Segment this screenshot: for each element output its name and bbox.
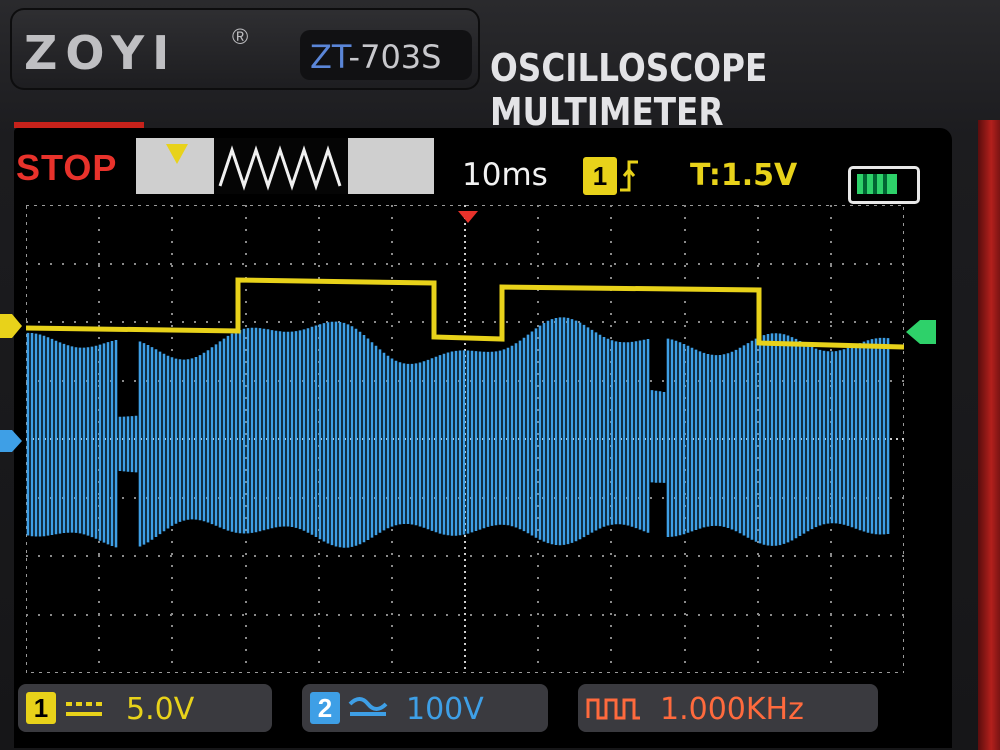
model-prefix: ZT bbox=[310, 38, 349, 76]
overview-wave bbox=[218, 145, 342, 191]
run-state[interactable]: STOP bbox=[16, 147, 117, 189]
trigger-level[interactable]: T:1.5V bbox=[690, 158, 797, 193]
trigger-channel-badge[interactable]: 1 bbox=[583, 157, 617, 195]
registered-mark: ® bbox=[232, 24, 249, 49]
model-name: ZT-703S bbox=[310, 38, 441, 76]
waveform-overview bbox=[136, 138, 434, 194]
ch2-badge: 2 bbox=[310, 692, 340, 724]
battery-icon bbox=[848, 166, 920, 204]
pulse-icon bbox=[586, 698, 640, 720]
model-suffix: -703S bbox=[348, 38, 442, 76]
timebase-readout[interactable]: 10ms bbox=[462, 157, 548, 193]
ac-coupling-icon bbox=[348, 697, 388, 716]
rising-edge-icon bbox=[620, 160, 638, 192]
dc-coupling-icon bbox=[66, 702, 102, 716]
trigger-level-marker bbox=[906, 320, 936, 344]
scope-graticule bbox=[26, 205, 904, 673]
device-tagline: OSCILLOSCOPE MULTIMETER bbox=[490, 46, 768, 134]
frequency-readout: 1.000KHz bbox=[660, 692, 804, 727]
ch2-offset-marker bbox=[0, 430, 22, 452]
ch2-scale-panel[interactable]: 2 100V bbox=[302, 684, 548, 732]
overview-window bbox=[214, 138, 348, 194]
ch2-scale: 100V bbox=[406, 692, 484, 727]
screen-red-accent bbox=[14, 122, 144, 128]
ch1-scale-panel[interactable]: 1 5.0V bbox=[18, 684, 272, 732]
ch1-badge: 1 bbox=[26, 692, 56, 724]
device-side-edge bbox=[978, 120, 1000, 750]
trigger-position-icon bbox=[166, 144, 188, 164]
brand-plate: ZOYI ® ZT-703S bbox=[10, 8, 480, 90]
ch1-offset-marker bbox=[0, 314, 22, 338]
frequency-panel[interactable]: 1.000KHz bbox=[578, 684, 878, 732]
brand-name: ZOYI bbox=[24, 26, 178, 80]
ch1-scale: 5.0V bbox=[126, 692, 195, 727]
